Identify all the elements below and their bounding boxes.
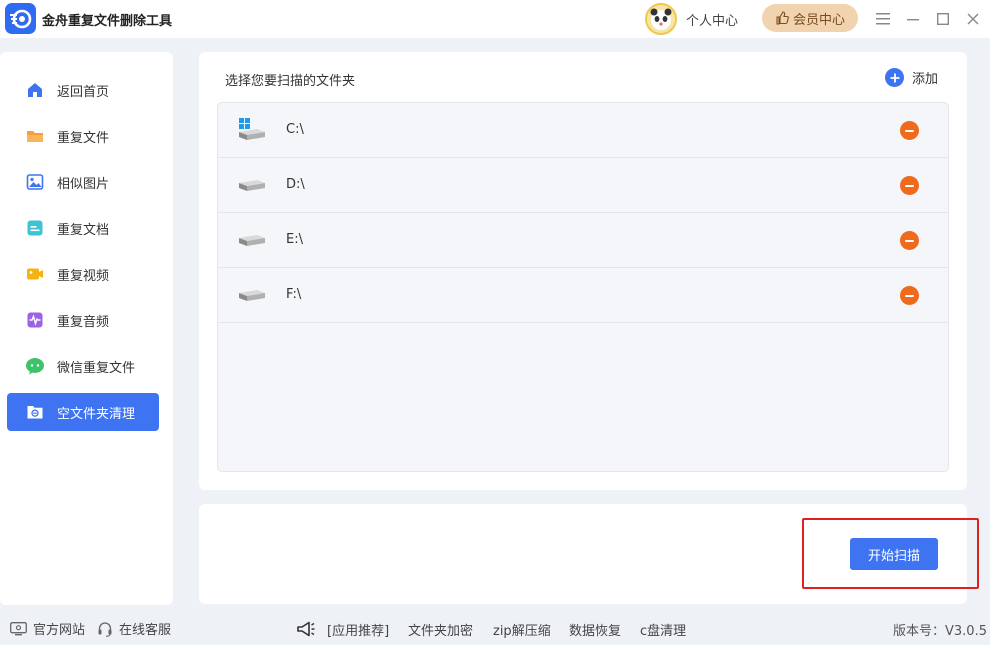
- folder-list: C:\ D:\ E:\ F:\: [217, 102, 949, 472]
- folder-icon: [25, 126, 45, 146]
- folder-path: E:\: [286, 232, 303, 247]
- close-icon: [967, 13, 979, 25]
- remove-folder-button[interactable]: [900, 121, 919, 140]
- sidebar-item-duplicate-files[interactable]: 重复文件: [7, 117, 159, 155]
- monitor-icon: [10, 621, 27, 635]
- headset-icon: [98, 621, 112, 637]
- drive-icon: [239, 290, 265, 301]
- maximize-icon: [937, 13, 949, 25]
- vip-center-label: 会员中心: [792, 12, 845, 28]
- remove-folder-button[interactable]: [900, 231, 919, 250]
- folder-path: C:\: [286, 122, 304, 137]
- zip-extract-link[interactable]: zip解压缩: [493, 620, 551, 639]
- image-icon: [25, 172, 45, 192]
- sidebar-item-label: 微信重复文件: [57, 360, 136, 376]
- thumbs-up-icon: [776, 11, 789, 25]
- personal-center-link[interactable]: 个人中心: [686, 10, 738, 29]
- sidebar-item-home[interactable]: 返回首页: [7, 71, 159, 109]
- megaphone-icon: [297, 621, 315, 637]
- list-item: D:\: [218, 158, 948, 213]
- minimize-icon: [907, 19, 919, 21]
- empty-folder-icon: [25, 402, 45, 422]
- app-recommend-label: [应用推荐]: [327, 624, 390, 639]
- list-item: F:\: [218, 268, 948, 323]
- sidebar: 返回首页 重复文件 相似图片 重复文档 重复视频 重复音频 微信重复文件 空文件…: [0, 52, 173, 605]
- remove-folder-button[interactable]: [900, 176, 919, 195]
- remove-folder-button[interactable]: [900, 286, 919, 305]
- title-bar: 金舟重复文件删除工具 个人中心 会员中心: [0, 0, 990, 38]
- wechat-icon: [25, 356, 45, 376]
- folder-selection-panel: 选择您要扫描的文件夹 添加 C:\ D:\ E:\ F:\: [199, 52, 967, 490]
- hamburger-icon: [876, 13, 890, 25]
- windows-drive-icon: [239, 118, 265, 140]
- official-website-label: 官方网站: [33, 623, 86, 638]
- drive-icon: [239, 235, 265, 246]
- sidebar-item-label: 重复文档: [57, 222, 110, 238]
- folder-path: D:\: [286, 177, 305, 192]
- sidebar-item-label: 重复文件: [57, 130, 110, 146]
- sidebar-item-label: 重复音频: [57, 314, 110, 330]
- sidebar-item-duplicate-videos[interactable]: 重复视频: [7, 255, 159, 293]
- sidebar-item-duplicate-documents[interactable]: 重复文档: [7, 209, 159, 247]
- document-icon: [25, 218, 45, 238]
- list-item: C:\: [218, 103, 948, 158]
- video-icon: [25, 264, 45, 284]
- footer: 官方网站 在线客服 [应用推荐] 文件夹加密 zip解压缩 数据恢复 c盘清理 …: [0, 612, 990, 645]
- panda-avatar-icon: [650, 8, 672, 30]
- sidebar-item-similar-images[interactable]: 相似图片: [7, 163, 159, 201]
- minimize-button[interactable]: [903, 9, 923, 29]
- sidebar-item-label: 相似图片: [57, 176, 110, 192]
- sidebar-item-wechat-duplicates[interactable]: 微信重复文件: [7, 347, 159, 385]
- plus-icon: [885, 68, 904, 87]
- app-title: 金舟重复文件删除工具: [42, 14, 173, 29]
- maximize-button[interactable]: [933, 9, 953, 29]
- drive-icon: [239, 180, 265, 191]
- sidebar-item-duplicate-audio[interactable]: 重复音频: [7, 301, 159, 339]
- online-support-link[interactable]: 在线客服: [97, 619, 171, 638]
- app-logo-icon: [5, 3, 36, 34]
- folder-path: F:\: [286, 287, 302, 302]
- official-website-link[interactable]: 官方网站: [10, 619, 85, 638]
- close-button[interactable]: [963, 9, 983, 29]
- home-icon: [25, 80, 45, 100]
- vip-center-button[interactable]: 会员中心: [762, 4, 858, 32]
- sidebar-item-label: 重复视频: [57, 268, 110, 284]
- sidebar-item-label: 返回首页: [57, 84, 110, 100]
- avatar[interactable]: [645, 3, 677, 35]
- data-recovery-link[interactable]: 数据恢复: [569, 620, 621, 639]
- sidebar-item-label: 空文件夹清理: [57, 406, 136, 422]
- online-support-label: 在线客服: [119, 623, 172, 638]
- menu-button[interactable]: [873, 9, 893, 29]
- c-drive-cleanup-link[interactable]: c盘清理: [640, 620, 686, 639]
- add-folder-button[interactable]: 添加: [885, 68, 938, 87]
- sidebar-item-empty-folder-cleanup[interactable]: 空文件夹清理: [7, 393, 159, 431]
- list-item: E:\: [218, 213, 948, 268]
- audio-icon: [25, 310, 45, 330]
- version-label: 版本号：V3.0.5: [893, 624, 987, 639]
- folder-encrypt-link[interactable]: 文件夹加密: [408, 620, 473, 639]
- add-folder-label: 添加: [912, 72, 939, 87]
- panel-title: 选择您要扫描的文件夹: [225, 74, 356, 89]
- start-scan-button[interactable]: 开始扫描: [850, 538, 938, 570]
